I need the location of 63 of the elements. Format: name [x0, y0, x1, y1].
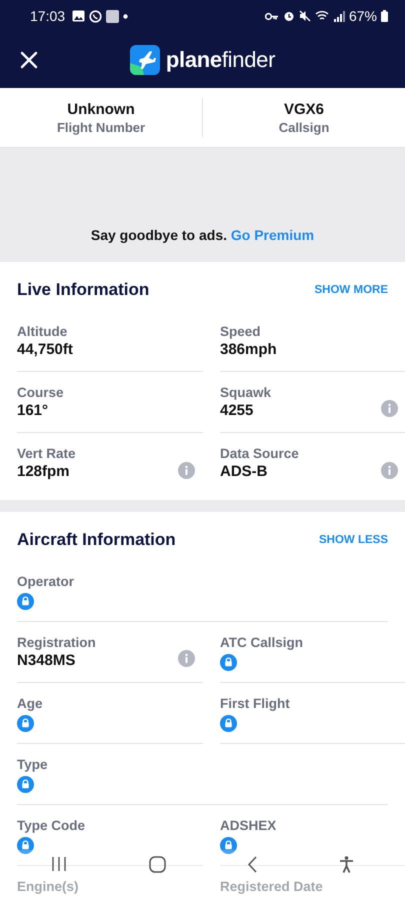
back-icon[interactable]: [247, 856, 258, 872]
accessibility-icon[interactable]: [339, 856, 354, 872]
toggle-button[interactable]: SHOW MORE: [314, 284, 388, 296]
airplane-logo-icon: [130, 45, 160, 75]
info-icon[interactable]: [178, 650, 195, 667]
field-value: ADS-B: [220, 463, 268, 480]
lock-icon[interactable]: [220, 715, 237, 732]
gallery-icon: [72, 10, 86, 22]
summary-label: Flight Number: [56, 120, 146, 134]
lock-icon[interactable]: [17, 715, 34, 732]
field-value: 128fpm: [17, 463, 70, 480]
field-value: N348MS: [17, 652, 76, 669]
signal-icon: [334, 10, 345, 22]
field-label: Operator: [17, 574, 74, 589]
field-value: 4255: [220, 402, 254, 419]
chat-icon: [89, 10, 102, 22]
field-label: Type Code: [17, 818, 86, 833]
close-button[interactable]: [20, 51, 38, 69]
mute-icon: [298, 10, 311, 22]
premium-link[interactable]: Go Premium: [230, 227, 314, 243]
field-label: Registration: [17, 635, 96, 650]
ad-text: Say goodbye to ads. Go Premium: [90, 227, 314, 243]
lock-icon[interactable]: [17, 837, 34, 854]
field-value: 161°: [17, 402, 48, 419]
key-icon: [264, 12, 279, 20]
logo-text: planefinder: [166, 47, 276, 73]
info-icon[interactable]: [178, 462, 195, 478]
section-title: Aircraft Information: [17, 530, 176, 550]
dot-icon: [123, 14, 128, 18]
status-time: 17:03: [30, 8, 66, 24]
home-icon[interactable]: [148, 856, 166, 872]
battery-percent: 67%: [348, 8, 377, 24]
lock-icon[interactable]: [17, 593, 34, 610]
field-label: ATC Callsign: [220, 635, 304, 650]
field-label: Course: [17, 385, 64, 400]
summary-label: Callsign: [278, 120, 330, 134]
field-label: Speed: [220, 324, 261, 339]
recent-apps-icon[interactable]: [50, 856, 67, 872]
field-label: Type: [17, 757, 48, 772]
field-label: ADSHEX: [220, 818, 276, 833]
summary-value: Unknown: [67, 100, 135, 118]
field-label: First Flight: [220, 696, 290, 711]
field-label: Squawk: [220, 385, 272, 400]
lock-icon[interactable]: [220, 654, 237, 671]
field-label: Age: [17, 696, 43, 711]
field-label: Vert Rate: [17, 446, 76, 461]
app-icon: [106, 10, 120, 22]
field-value: 386mph: [220, 341, 277, 358]
field-label: Engine(s): [17, 879, 79, 894]
lock-icon[interactable]: [17, 776, 34, 793]
info-icon[interactable]: [381, 400, 398, 417]
alarm-icon: [282, 10, 295, 22]
info-icon[interactable]: [381, 462, 398, 478]
lock-icon[interactable]: [220, 837, 237, 854]
field-label: Data Source: [220, 446, 299, 461]
battery-icon: [381, 10, 388, 22]
section-title: Live Information: [17, 280, 150, 300]
wifi-icon: [314, 10, 330, 22]
summary-value: VGX6: [284, 100, 324, 118]
field-value: 44,750ft: [17, 341, 73, 358]
toggle-button[interactable]: SHOW LESS: [318, 534, 388, 546]
field-label: Registered Date: [220, 879, 323, 894]
field-label: Altitude: [17, 324, 68, 339]
